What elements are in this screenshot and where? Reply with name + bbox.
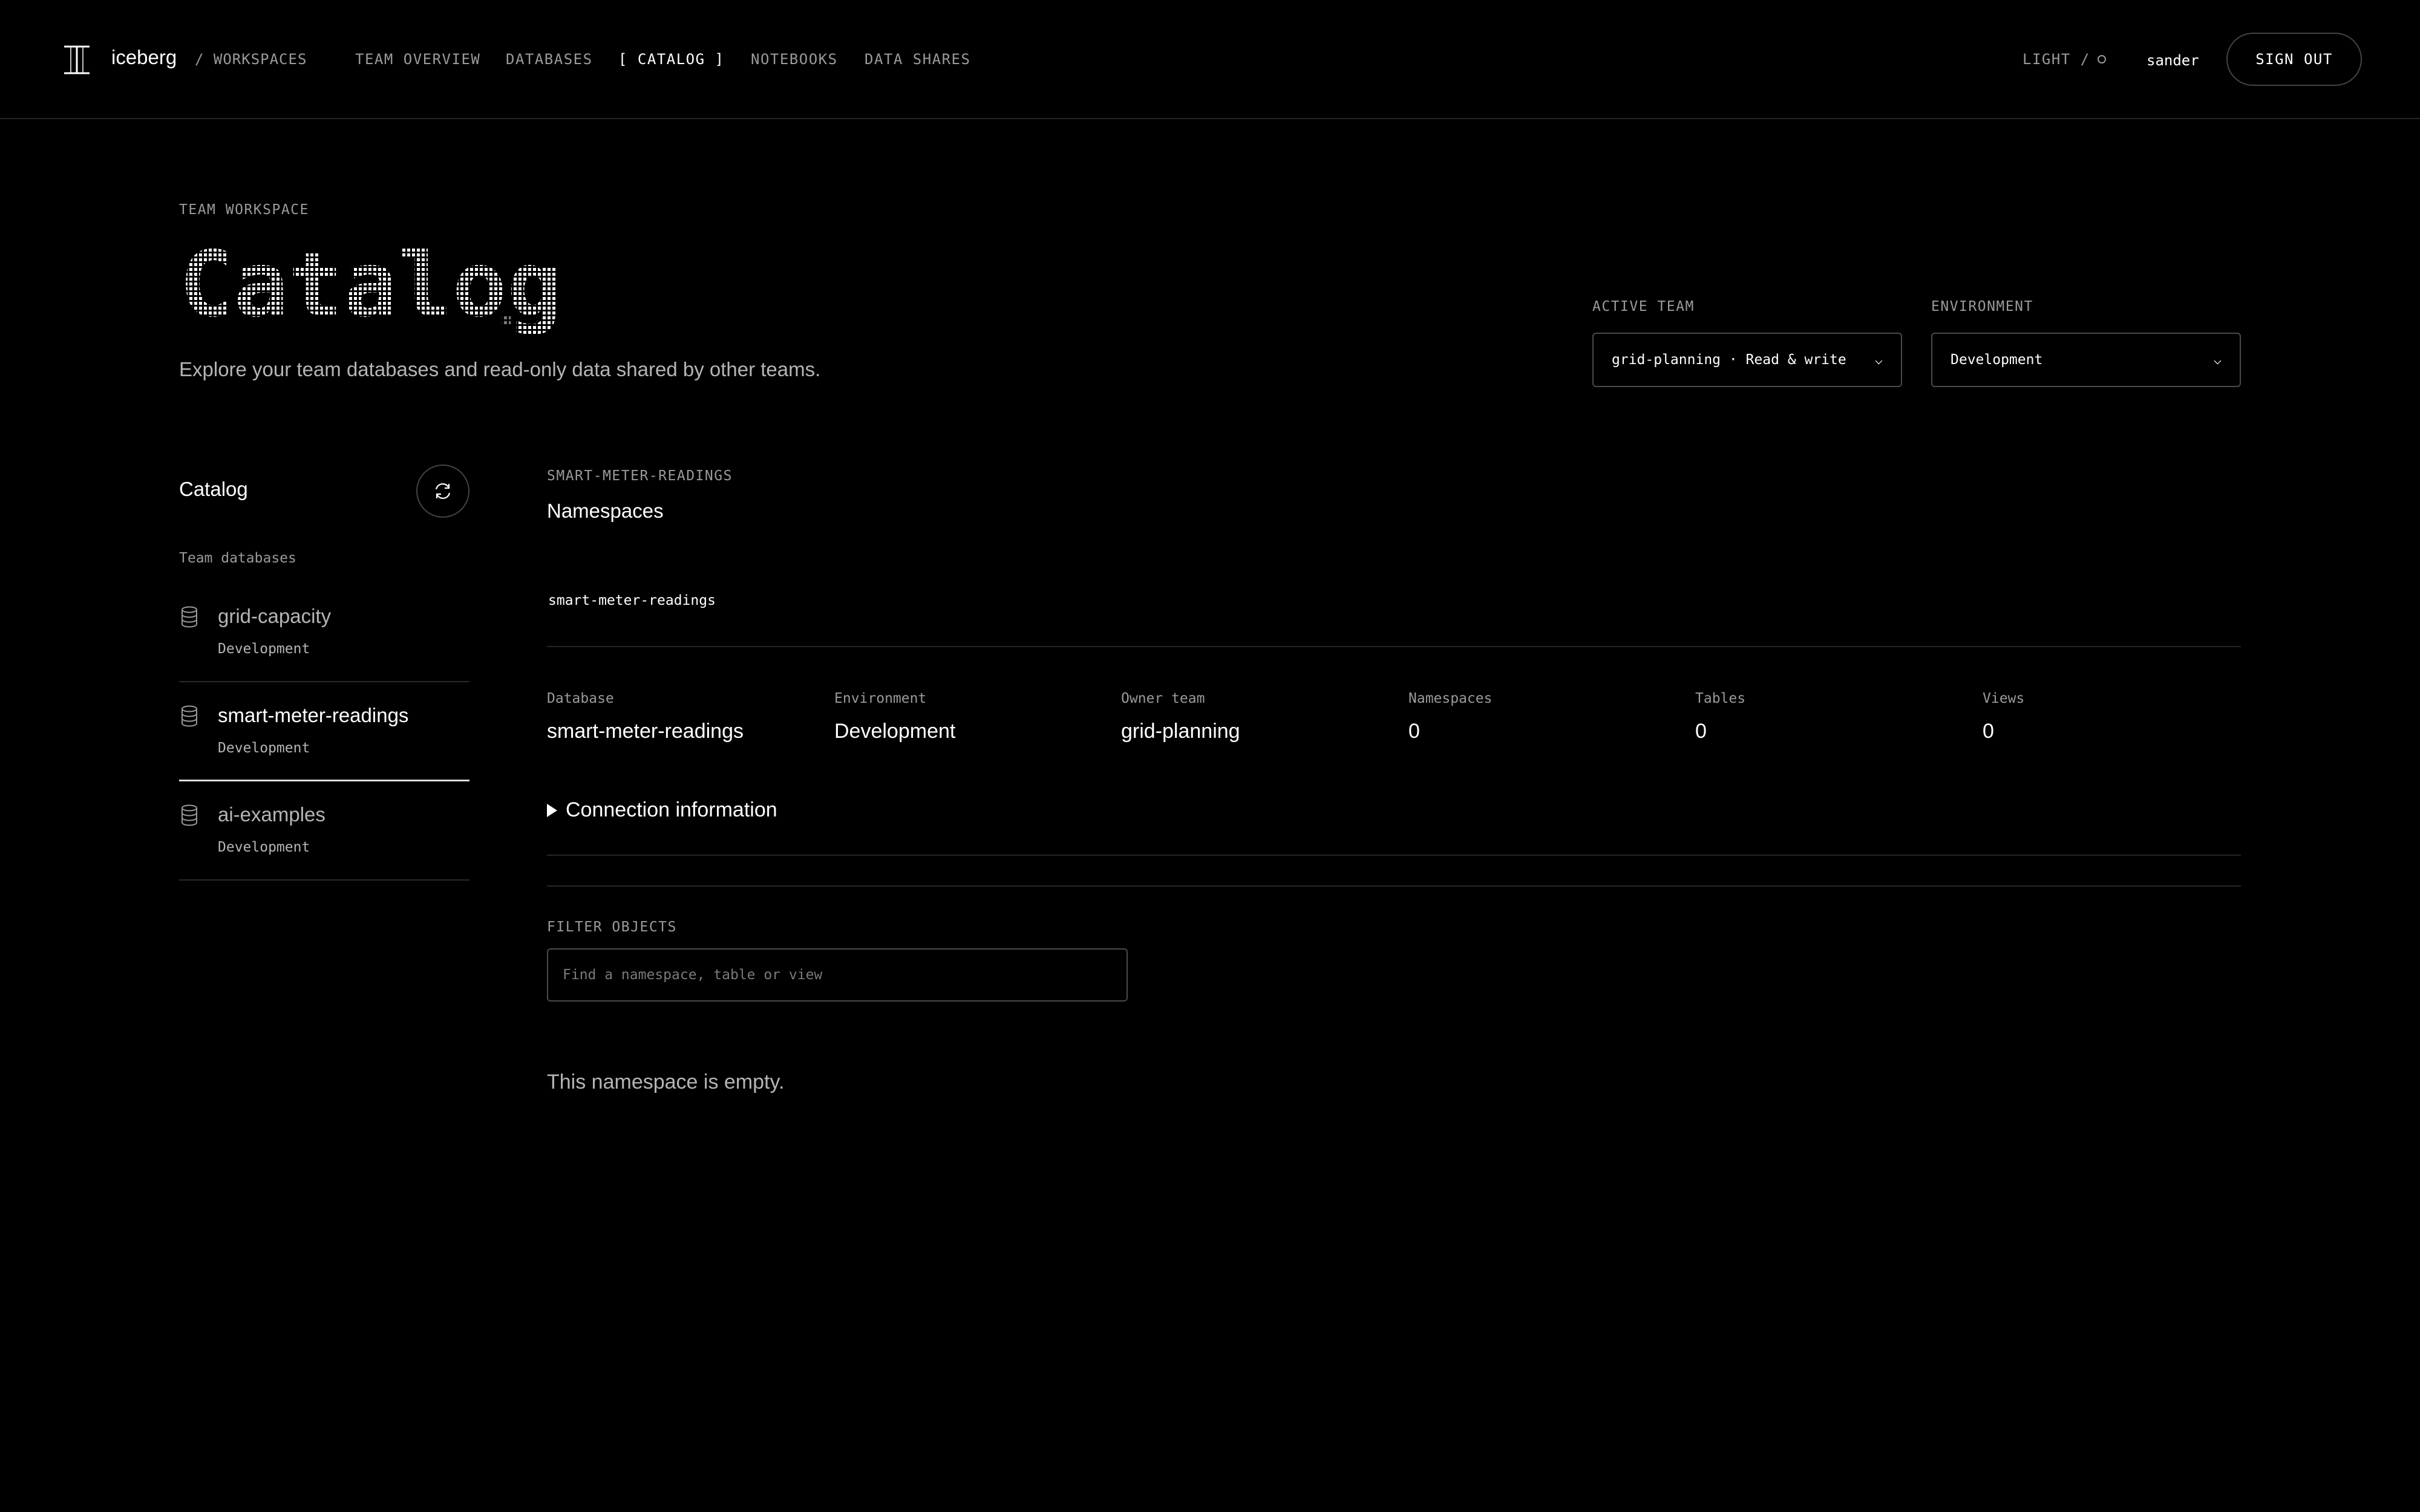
active-team-value: grid-planning · Read & write bbox=[1612, 352, 1846, 368]
divider bbox=[547, 646, 2241, 647]
sidebar-title: Catalog bbox=[179, 478, 248, 500]
filter-objects-input[interactable] bbox=[547, 948, 1128, 1002]
meta-owner-team: Owner team grid-planning bbox=[1121, 691, 1240, 743]
environment-label: ENVIRONMENT bbox=[1931, 299, 2033, 314]
database-icon bbox=[182, 606, 197, 628]
database-environment: Development bbox=[218, 641, 310, 657]
nav-team-overview[interactable]: TEAM OVERVIEW bbox=[355, 51, 480, 68]
meta-label: Tables bbox=[1695, 691, 1746, 706]
circle-icon bbox=[2097, 55, 2106, 64]
meta-value: smart-meter-readings bbox=[547, 720, 744, 743]
empty-state-message: This namespace is empty. bbox=[547, 1070, 785, 1093]
brand-name[interactable]: iceberg bbox=[111, 46, 177, 69]
meta-label: Environment bbox=[834, 691, 927, 706]
page-title-period: . bbox=[490, 275, 523, 339]
database-name: smart-meter-readings bbox=[218, 704, 409, 726]
meta-label: Owner team bbox=[1121, 691, 1205, 706]
nav-catalog[interactable]: [ CATALOG ] bbox=[618, 51, 724, 68]
namespace-item[interactable]: smart-meter-readings bbox=[548, 593, 716, 608]
meta-database: Database smart-meter-readings bbox=[547, 691, 744, 743]
meta-value: 0 bbox=[1983, 720, 1994, 743]
database-name: ai-examples bbox=[218, 803, 325, 826]
meta-label: Database bbox=[547, 691, 614, 706]
database-icon bbox=[182, 804, 197, 826]
meta-value: Development bbox=[834, 720, 956, 743]
breadcrumb-workspaces[interactable]: / WORKSPACES bbox=[195, 51, 307, 68]
nav-data-shares[interactable]: DATA SHARES bbox=[865, 51, 970, 68]
nav-notebooks[interactable]: NOTEBOOKS bbox=[751, 51, 838, 68]
sidebar-item-smart-meter-readings[interactable]: smart-meter-readings Development bbox=[179, 682, 469, 781]
section-title: Namespaces bbox=[547, 500, 664, 522]
refresh-icon bbox=[435, 483, 451, 499]
database-eyebrow: SMART-METER-READINGS bbox=[547, 468, 733, 484]
divider bbox=[547, 885, 2241, 887]
meta-value: 0 bbox=[1408, 720, 1420, 743]
top-bar: iceberg / WORKSPACES TEAM OVERVIEW DATAB… bbox=[0, 0, 2420, 119]
nav-databases[interactable]: DATABASES bbox=[506, 51, 593, 68]
divider bbox=[547, 855, 2241, 856]
refresh-button[interactable] bbox=[416, 464, 469, 518]
meta-label: Namespaces bbox=[1408, 691, 1493, 706]
theme-toggle-label: LIGHT / bbox=[2023, 51, 2090, 68]
filter-objects-label: FILTER OBJECTS bbox=[547, 919, 677, 935]
chevron-down-icon: ⌵ bbox=[2213, 352, 2222, 368]
database-environment: Development bbox=[218, 740, 310, 756]
meta-views: Views 0 bbox=[1983, 691, 2024, 743]
active-team-label: ACTIVE TEAM bbox=[1592, 299, 1695, 314]
chevron-down-icon: ⌵ bbox=[1874, 352, 1883, 368]
disclosure-triangle-icon bbox=[547, 803, 557, 817]
meta-label: Views bbox=[1983, 691, 2025, 706]
meta-value: grid-planning bbox=[1121, 720, 1240, 743]
database-environment: Development bbox=[218, 839, 310, 855]
environment-select[interactable]: Development ⌵ bbox=[1931, 333, 2241, 387]
user-name: sander bbox=[2147, 52, 2199, 69]
page-eyebrow: TEAM WORKSPACE bbox=[179, 202, 309, 218]
database-name: grid-capacity bbox=[218, 605, 332, 627]
active-team-select[interactable]: grid-planning · Read & write ⌵ bbox=[1592, 333, 1902, 387]
sidebar-item-grid-capacity[interactable]: grid-capacity Development bbox=[179, 583, 469, 682]
meta-tables: Tables 0 bbox=[1695, 691, 1745, 743]
connection-information-toggle[interactable]: Connection information bbox=[547, 798, 777, 822]
meta-environment: Environment Development bbox=[834, 691, 955, 743]
theme-toggle[interactable]: LIGHT / bbox=[2023, 51, 2106, 68]
meta-namespaces: Namespaces 0 bbox=[1408, 691, 1492, 743]
database-icon bbox=[182, 705, 197, 727]
meta-value: 0 bbox=[1695, 720, 1707, 743]
iceberg-logo-icon[interactable] bbox=[63, 45, 91, 75]
connection-information-label: Connection information bbox=[566, 798, 777, 821]
page-title: Catalog. bbox=[179, 248, 561, 339]
environment-value: Development bbox=[1951, 352, 2043, 368]
sidebar-item-ai-examples[interactable]: ai-examples Development bbox=[179, 781, 469, 881]
sign-out-button[interactable]: SIGN OUT bbox=[2226, 33, 2362, 86]
team-databases-heading: Team databases bbox=[179, 550, 296, 566]
page-subtitle: Explore your team databases and read-onl… bbox=[179, 358, 821, 380]
